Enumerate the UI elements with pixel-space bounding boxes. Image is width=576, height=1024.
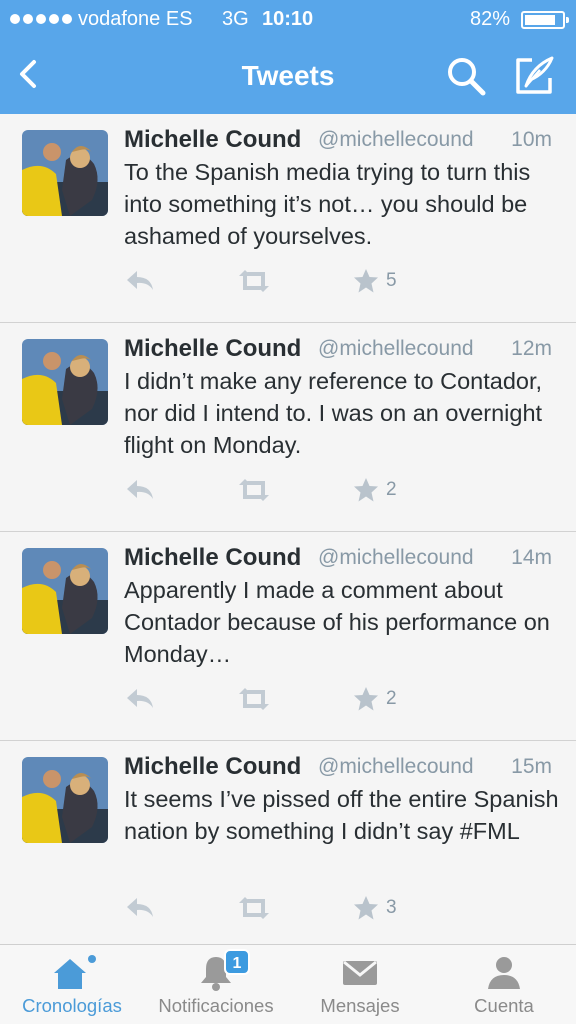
status-bar: vodafone ES 3G 10:10 82% xyxy=(0,0,576,38)
retweet-icon xyxy=(239,479,269,501)
tweet-item[interactable]: Michelle Cound @michellecound 12m I didn… xyxy=(0,323,576,532)
tweet-time: 15m xyxy=(511,755,552,778)
favorite-button[interactable]: 2 xyxy=(352,473,397,507)
tweet-text: I didn’t make any reference to Contador,… xyxy=(124,368,543,458)
favorite-count: 2 xyxy=(386,688,397,709)
star-icon xyxy=(354,269,378,293)
tweet-item[interactable]: Michelle Cound @michellecound 14m Appare… xyxy=(0,532,576,741)
tweet-header: Michelle Cound @michellecound 10m xyxy=(124,126,554,156)
battery-percent: 82% xyxy=(470,8,511,30)
bell-icon: 1 xyxy=(196,949,250,998)
tweet-time: 10m xyxy=(511,128,552,151)
tab-mensajes[interactable]: Mensajes xyxy=(288,945,432,1024)
tweet-actions: 2 xyxy=(124,473,424,507)
tab-cuenta[interactable]: Cuenta xyxy=(432,945,576,1024)
star-icon xyxy=(354,478,378,502)
author-name[interactable]: Michelle Cound xyxy=(124,753,301,781)
tweet-time: 14m xyxy=(511,546,552,569)
favorite-count: 3 xyxy=(386,897,397,918)
retweet-button[interactable] xyxy=(236,686,272,712)
tab-notificaciones[interactable]: 1 Notificaciones xyxy=(144,945,288,1024)
author-name[interactable]: Michelle Cound xyxy=(124,126,301,154)
search-icon xyxy=(448,58,486,96)
favorite-count: 2 xyxy=(386,479,397,500)
retweet-icon xyxy=(239,270,269,292)
favorite-button[interactable]: 3 xyxy=(352,891,397,925)
tab-label: Cronologías xyxy=(22,995,122,1016)
network-type: 3G xyxy=(222,8,249,30)
tweet-text: To the Spanish media trying to turn this… xyxy=(124,159,531,249)
tweet-text: Apparently I made a comment about Contad… xyxy=(124,577,550,667)
tab-cronologias[interactable]: Cronologías xyxy=(0,945,144,1024)
tab-label: Notificaciones xyxy=(158,995,274,1016)
tweet-header: Michelle Cound @michellecound 12m xyxy=(124,335,554,365)
battery-icon xyxy=(521,11,569,29)
avatar[interactable] xyxy=(22,339,108,425)
signal-strength-icon xyxy=(10,14,72,24)
tweet-actions: 5 xyxy=(124,264,424,298)
tweet-time: 12m xyxy=(511,337,552,360)
favorite-count: 5 xyxy=(386,270,397,291)
reply-icon xyxy=(127,271,153,290)
star-icon xyxy=(354,896,378,920)
retweet-button[interactable] xyxy=(236,477,272,503)
star-icon xyxy=(354,687,378,711)
notification-badge: 1 xyxy=(224,949,250,975)
avatar[interactable] xyxy=(22,130,108,216)
author-handle[interactable]: @michellecound xyxy=(318,337,474,361)
home-icon xyxy=(48,953,96,998)
status-time: 10:10 xyxy=(262,8,314,30)
tweet-actions: 3 xyxy=(124,891,424,925)
retweet-button[interactable] xyxy=(236,895,272,921)
tweet-header: Michelle Cound @michellecound 15m xyxy=(124,753,554,783)
reply-button[interactable] xyxy=(124,268,156,294)
tweet-text: It seems I’ve pissed off the entire Span… xyxy=(124,786,559,844)
avatar[interactable] xyxy=(22,757,108,843)
avatar[interactable] xyxy=(22,548,108,634)
page-title: Tweets xyxy=(241,60,335,91)
reply-icon xyxy=(127,898,153,917)
author-handle[interactable]: @michellecound xyxy=(318,755,474,779)
tab-label: Mensajes xyxy=(320,995,400,1016)
author-handle[interactable]: @michellecound xyxy=(318,546,474,570)
tweet-item[interactable]: Michelle Cound @michellecound 15m It see… xyxy=(0,741,576,950)
reply-button[interactable] xyxy=(124,686,156,712)
search-button[interactable] xyxy=(444,54,488,98)
reply-icon xyxy=(127,689,153,708)
tweet-actions: 2 xyxy=(124,682,424,716)
favorite-button[interactable]: 2 xyxy=(352,682,397,716)
tweet-timeline: Michelle Cound @michellecound 10m To the… xyxy=(0,114,576,950)
reply-button[interactable] xyxy=(124,895,156,921)
tab-bar: Cronologías 1 Notificaciones Mensajes Cu… xyxy=(0,944,576,1024)
compose-icon xyxy=(516,56,554,94)
tweet-header: Michelle Cound @michellecound 14m xyxy=(124,544,554,574)
author-name[interactable]: Michelle Cound xyxy=(124,544,301,572)
person-icon xyxy=(484,953,524,998)
reply-icon xyxy=(127,480,153,499)
reply-button[interactable] xyxy=(124,477,156,503)
tab-label: Cuenta xyxy=(474,995,534,1016)
author-handle[interactable]: @michellecound xyxy=(318,128,474,152)
app-header: vodafone ES 3G 10:10 82% Tweets xyxy=(0,0,576,114)
retweet-icon xyxy=(239,897,269,919)
tweet-item[interactable]: Michelle Cound @michellecound 10m To the… xyxy=(0,114,576,323)
carrier-name: vodafone ES xyxy=(78,8,193,30)
author-name[interactable]: Michelle Cound xyxy=(124,335,301,363)
retweet-icon xyxy=(239,688,269,710)
compose-button[interactable] xyxy=(512,54,556,98)
nav-bar: Tweets xyxy=(0,38,576,114)
retweet-button[interactable] xyxy=(236,268,272,294)
envelope-icon xyxy=(340,953,380,998)
favorite-button[interactable]: 5 xyxy=(352,264,397,298)
